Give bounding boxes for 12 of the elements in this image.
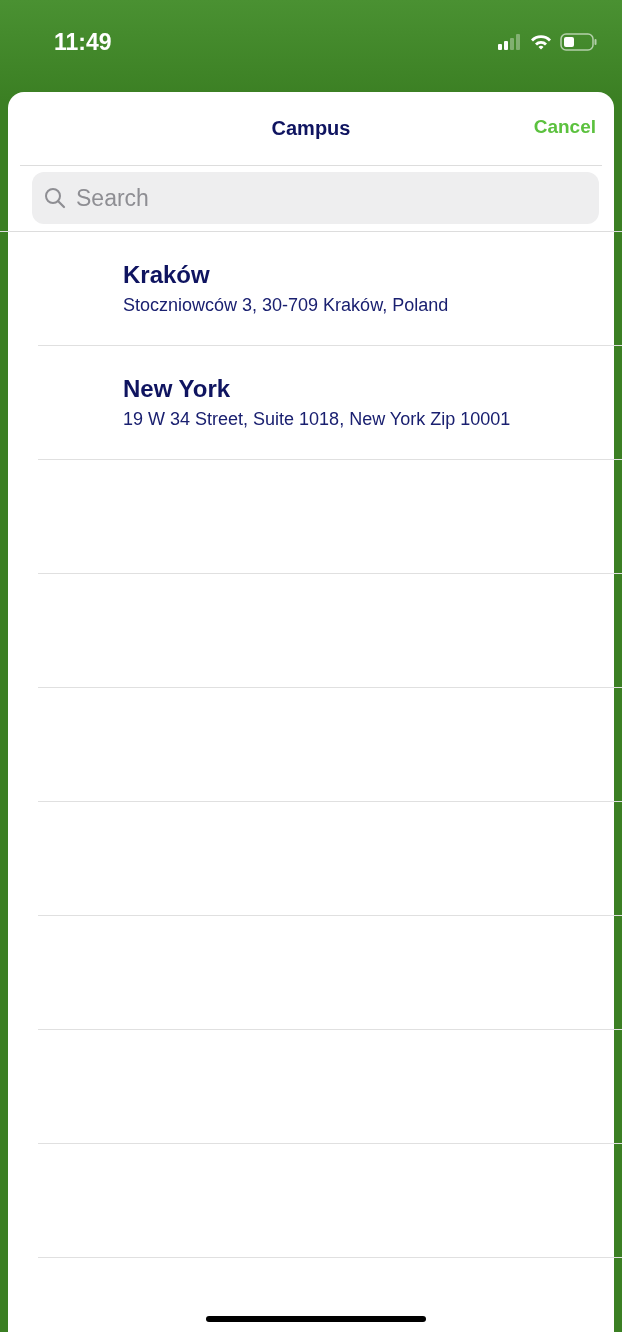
campus-address: 19 W 34 Street, Suite 1018, New York Zip 10001 [123, 409, 512, 430]
search-field[interactable]: Search [32, 172, 599, 224]
campus-name: New York [123, 375, 232, 403]
wifi-icon [530, 34, 552, 50]
sheet-title: Campus [271, 117, 351, 140]
campus-list-item[interactable]: Kraków Stoczniowców 3, 30-709 Kraków, Poland [38, 232, 622, 346]
campus-list-item[interactable]: New York 19 W 34 Street, Suite 1018, New York Zip 10001 [38, 346, 622, 460]
campus-name: Kraków [123, 261, 211, 289]
battery-icon [560, 33, 598, 51]
signal-icon [498, 34, 522, 50]
campus-address: Stoczniowców 3, 30-709 Kraków, Poland [123, 295, 450, 316]
status-time: 11:49 [54, 28, 112, 56]
